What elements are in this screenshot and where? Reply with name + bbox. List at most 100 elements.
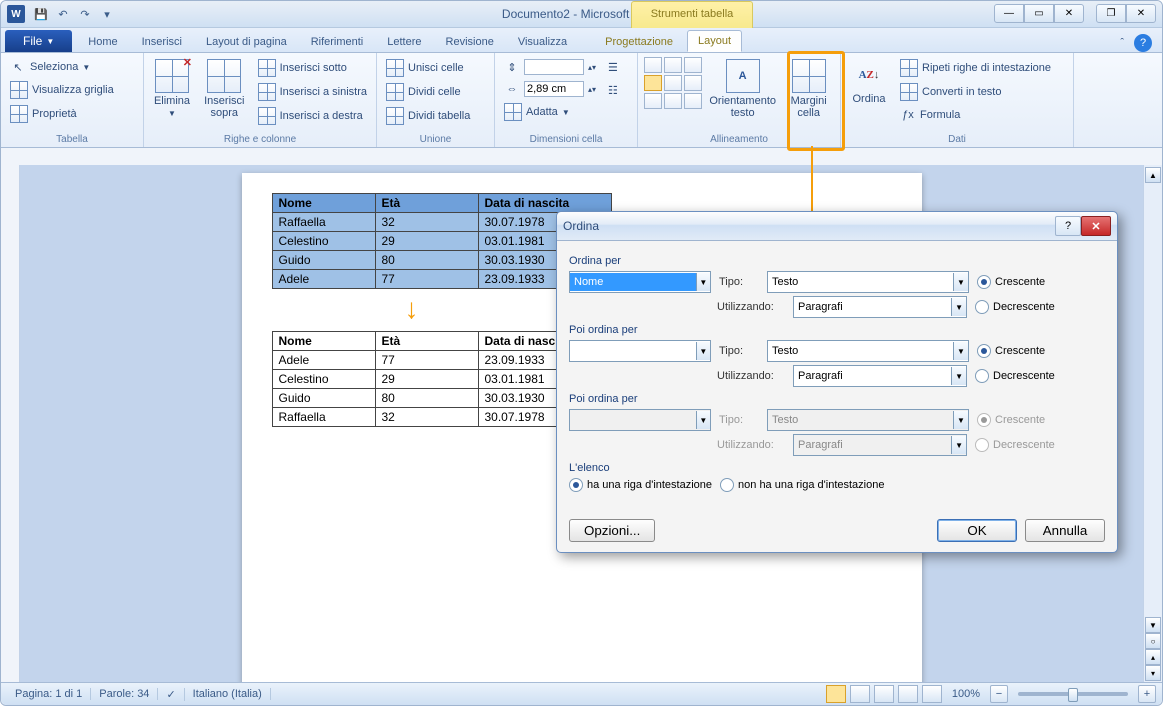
width-field[interactable] — [524, 81, 584, 97]
height-field[interactable] — [524, 59, 584, 75]
seleziona-button[interactable]: ↖Seleziona▼ — [7, 57, 117, 77]
zoom-percent[interactable]: 100% — [952, 688, 980, 700]
tab-layout-pagina[interactable]: Layout di pagina — [196, 32, 297, 52]
inserisci-sotto-button[interactable]: Inserisci sotto — [255, 57, 370, 79]
dialog-close-button[interactable]: ✕ — [1081, 216, 1111, 236]
th-nome[interactable]: Nome — [272, 332, 375, 351]
status-language[interactable]: Italiano (Italia) — [185, 688, 271, 700]
status-proofing-icon[interactable]: ✓ — [158, 688, 184, 701]
tab-home[interactable]: Home — [78, 32, 127, 52]
align-tc[interactable] — [664, 57, 682, 73]
sort1-util-combo[interactable]: ▼ — [793, 296, 967, 318]
align-mc[interactable] — [664, 75, 682, 91]
converti-testo-button[interactable]: Converti in testo — [897, 81, 1054, 103]
no-header-radio[interactable]: non ha una riga d'intestazione — [720, 478, 884, 492]
sort1-asc-radio[interactable]: Crescente — [977, 275, 1045, 289]
doc-restore-button[interactable]: ❐ — [1096, 4, 1126, 23]
cell[interactable]: Raffaella — [272, 408, 375, 427]
tab-inserisci[interactable]: Inserisci — [132, 32, 192, 52]
browse-object-button[interactable]: ○ — [1145, 633, 1161, 649]
dividi-tabella-button[interactable]: Dividi tabella — [383, 105, 473, 127]
chevron-down-icon[interactable]: ▼ — [696, 342, 710, 360]
cell[interactable]: 32 — [375, 408, 478, 427]
cell[interactable]: Raffaella — [272, 213, 375, 232]
adatta-button[interactable]: Adatta▼ — [501, 101, 599, 123]
unisci-celle-button[interactable]: Unisci celle — [383, 57, 473, 79]
sort2-tipo-combo[interactable]: ▼ — [767, 340, 969, 362]
align-bl[interactable] — [644, 93, 662, 109]
sort1-tipo-input[interactable] — [768, 273, 953, 291]
cell[interactable]: Guido — [272, 251, 375, 270]
qat-save-icon[interactable]: 💾 — [33, 6, 49, 22]
th-data[interactable]: Data di nascita — [478, 194, 611, 213]
inserisci-destra-button[interactable]: Inserisci a destra — [255, 105, 370, 127]
tab-visualizza[interactable]: Visualizza — [508, 32, 577, 52]
spinner-icon[interactable]: ▴▾ — [588, 85, 596, 94]
cell[interactable]: 29 — [375, 232, 478, 251]
sort2-asc-radio[interactable]: Crescente — [977, 344, 1045, 358]
vertical-ruler[interactable] — [1, 165, 20, 683]
annulla-button[interactable]: Annulla — [1025, 519, 1105, 542]
sort2-tipo-input[interactable] — [768, 342, 953, 360]
align-ml[interactable] — [644, 75, 662, 91]
tab-revisione[interactable]: Revisione — [436, 32, 504, 52]
sort2-util-input[interactable] — [794, 367, 951, 385]
ok-button[interactable]: OK — [937, 519, 1017, 542]
qat-undo-icon[interactable]: ↶ — [55, 6, 71, 22]
sort1-tipo-combo[interactable]: ▼ — [767, 271, 969, 293]
chevron-down-icon[interactable]: ▼ — [953, 342, 968, 360]
dividi-celle-button[interactable]: Dividi celle — [383, 81, 473, 103]
sort1-field-input[interactable] — [570, 273, 696, 291]
view-outline[interactable] — [898, 685, 918, 703]
zoom-thumb[interactable] — [1068, 688, 1078, 702]
view-draft[interactable] — [922, 685, 942, 703]
distribute-cols-button[interactable]: ☷ — [605, 82, 621, 99]
window-maximize-button[interactable]: ▭ — [1024, 4, 1054, 23]
prev-page-button[interactable]: ▴ — [1145, 649, 1161, 665]
dialog-help-button[interactable]: ? — [1055, 216, 1081, 236]
visualizza-griglia-button[interactable]: Visualizza griglia — [7, 79, 117, 101]
align-br[interactable] — [684, 93, 702, 109]
cell[interactable]: 32 — [375, 213, 478, 232]
margini-cella-button[interactable]: Margini cella — [783, 57, 834, 121]
sort1-desc-radio[interactable]: Decrescente — [975, 300, 1055, 314]
chevron-down-icon[interactable]: ▼ — [696, 273, 710, 291]
tab-lettere[interactable]: Lettere — [377, 32, 431, 52]
sort2-desc-radio[interactable]: Decrescente — [975, 369, 1055, 383]
align-tl[interactable] — [644, 57, 662, 73]
scroll-up-button[interactable]: ▲ — [1145, 167, 1161, 183]
chevron-down-icon[interactable]: ▼ — [951, 367, 966, 385]
orientamento-testo-button[interactable]: A Orientamento testo — [708, 57, 777, 121]
cell[interactable]: Celestino — [272, 370, 375, 389]
view-fullscreen-reading[interactable] — [850, 685, 870, 703]
has-header-radio[interactable]: ha una riga d'intestazione — [569, 478, 712, 492]
row-height-input[interactable]: ⇕▴▾ — [501, 57, 599, 77]
th-nome[interactable]: Nome — [272, 194, 375, 213]
help-icon[interactable]: ? — [1134, 34, 1152, 52]
spinner-icon[interactable]: ▴▾ — [588, 63, 596, 72]
minimize-ribbon-icon[interactable]: ˆ — [1120, 37, 1124, 49]
col-width-input[interactable]: ⇔▴▾ — [501, 79, 599, 99]
next-page-button[interactable]: ▾ — [1145, 665, 1161, 681]
app-close-button[interactable]: ✕ — [1054, 4, 1084, 23]
zoom-in-button[interactable]: + — [1138, 685, 1156, 703]
inserisci-sopra-button[interactable]: Inserisci sopra — [200, 57, 249, 121]
scroll-down-button[interactable]: ▼ — [1145, 617, 1161, 633]
cell[interactable]: 77 — [375, 270, 478, 289]
file-tab[interactable]: File▼ — [5, 30, 72, 52]
window-minimize-button[interactable]: — — [994, 4, 1024, 23]
formula-button[interactable]: ƒxFormula — [897, 105, 1054, 125]
sort2-field-combo[interactable]: ▼ — [569, 340, 711, 362]
th-eta[interactable]: Età — [375, 332, 478, 351]
view-print-layout[interactable] — [826, 685, 846, 703]
cell[interactable]: 29 — [375, 370, 478, 389]
vertical-scrollbar[interactable]: ▲ ▼ ○ ▴ ▾ — [1143, 165, 1162, 683]
cell[interactable]: Adele — [272, 270, 375, 289]
view-web-layout[interactable] — [874, 685, 894, 703]
sort1-field-combo[interactable]: ▼ — [569, 271, 711, 293]
status-page[interactable]: Pagina: 1 di 1 — [7, 688, 91, 700]
ripeti-intestazione-button[interactable]: Ripeti righe di intestazione — [897, 57, 1054, 79]
align-mr[interactable] — [684, 75, 702, 91]
tab-progettazione[interactable]: Progettazione — [595, 32, 683, 52]
cell[interactable]: 80 — [375, 389, 478, 408]
